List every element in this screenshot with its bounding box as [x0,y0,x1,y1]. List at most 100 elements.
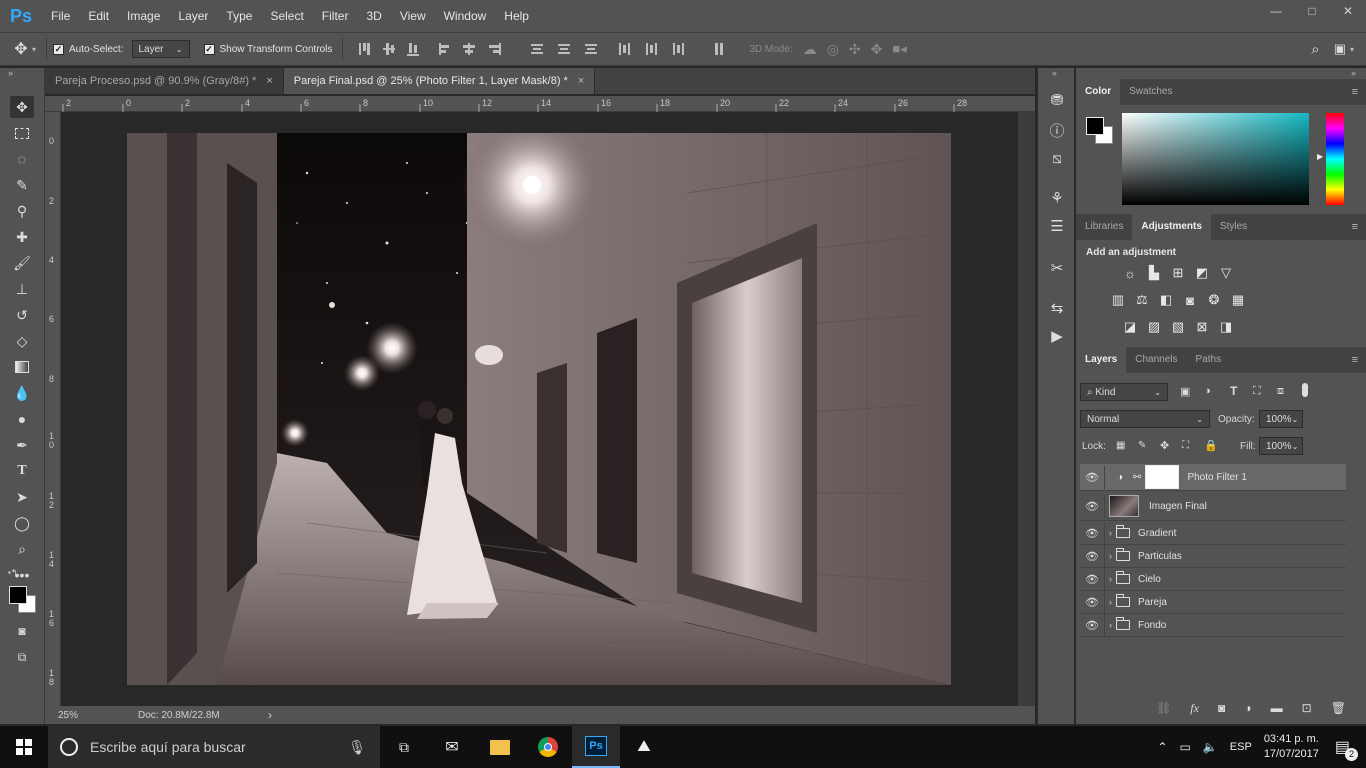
tab-styles[interactable]: Styles [1211,214,1256,240]
layer-row-photo-filter[interactable]: 👁 ◑ ⚯ Photo Filter 1 [1080,464,1346,491]
volume-icon[interactable]: 🔈 [1203,740,1218,754]
folder-icon[interactable]: ▬ [1271,701,1283,719]
photoshop-taskbar-icon[interactable]: Ps [572,726,620,768]
adjustments-dock-icon[interactable]: ⛃ [1047,90,1067,110]
hue-slider[interactable] [1326,113,1344,205]
opacity-field[interactable]: 100% ⌄ [1259,410,1303,428]
windows-start-icon[interactable] [0,726,48,768]
tab-paths[interactable]: Paths [1187,347,1231,373]
eraser-tool-icon[interactable]: ◇ [10,330,34,352]
threshold-icon[interactable]: ▧ [1170,319,1186,334]
menu-3d[interactable]: 3D [357,0,390,32]
network-icon[interactable]: ▭ [1180,740,1191,754]
default-colors-icon[interactable]: ▪↰ [8,568,18,577]
menu-edit[interactable]: Edit [79,0,118,32]
search-icon[interactable]: ⌕ [1311,41,1319,58]
properties-icon[interactable]: ☰ [1047,216,1067,236]
menu-filter[interactable]: Filter [313,0,358,32]
tab-adjustments[interactable]: Adjustments [1132,214,1211,240]
chrome-icon[interactable] [524,726,572,768]
status-menu-arrow[interactable]: › [268,708,272,722]
layer-filter-kind[interactable]: ⌕ Kind ⌄ [1080,383,1168,401]
zoom-level[interactable]: 25% [58,710,118,721]
minimize-button[interactable]: — [1258,0,1294,22]
layer-row-imagen-final[interactable]: 👁 Imagen Final [1080,492,1346,521]
3d-rotate-icon[interactable]: ☁ [803,41,817,58]
tab-channels[interactable]: Channels [1126,347,1186,373]
eye-icon[interactable]: 👁 [1080,550,1104,563]
brush-tool-icon[interactable]: 🖌 [10,252,34,274]
lock-transparent-icon[interactable]: ▦ [1116,440,1125,451]
link-icon[interactable]: ⛓ [1156,701,1171,719]
new-layer-icon[interactable]: ⊡ [1302,701,1312,719]
file-explorer-icon[interactable] [476,726,524,768]
close-icon[interactable]: × [266,75,272,87]
color-balance-icon[interactable]: ⚖ [1134,292,1150,307]
blend-mode-dropdown[interactable]: Normal ⌄ [1080,410,1210,428]
tab-pareja-final[interactable]: Pareja Final.psd @ 25% (Photo Filter 1, … [283,68,596,94]
3d-roll-icon[interactable]: ◎ [827,41,839,58]
trash-icon[interactable]: 🗑 [1331,701,1346,719]
navigator-icon[interactable]: ⧅ [1047,148,1067,168]
zoom-tool-icon[interactable]: ⌕ [10,538,34,560]
black-white-icon[interactable]: ◧ [1158,292,1174,307]
microphone-icon[interactable]: 🎙 [348,739,366,756]
lock-paint-icon[interactable]: ✎ [1138,440,1146,451]
chevron-right-icon[interactable]: › [1109,551,1112,561]
restore-button[interactable]: □ [1294,0,1330,22]
eye-icon[interactable]: 👁 [1080,619,1104,632]
chevron-right-icon[interactable]: › [1109,620,1112,630]
tool-presets-icon[interactable]: ✂ [1047,258,1067,278]
action-center-icon[interactable]: ▤ 2 [1335,737,1358,761]
auto-select-checkbox[interactable]: ✓ Auto-Select: [53,43,124,55]
dodge-tool-icon[interactable]: ● [10,408,34,430]
posterize-icon[interactable]: ▨ [1146,319,1162,334]
tray-chevron-icon[interactable]: ⌃ [1157,740,1167,754]
photo-filter-icon[interactable]: ◙ [1182,293,1198,308]
chevron-right-icon[interactable]: › [1109,597,1112,607]
close-button[interactable]: ✕ [1330,0,1366,22]
invert-icon[interactable]: ◪ [1122,319,1138,334]
adjustment-icon[interactable]: ◑ [1244,701,1251,719]
chevron-right-icon[interactable]: › [1109,528,1112,538]
tab-pareja-proceso[interactable]: Pareja Proceso.psd @ 90.9% (Gray/8#) * × [45,68,284,94]
menu-help[interactable]: Help [495,0,538,32]
ellipse-tool-icon[interactable]: ◯ [10,512,34,534]
blur-tool-icon[interactable]: 💧 [10,382,34,404]
mail-icon[interactable]: ✉ [428,726,476,768]
menu-view[interactable]: View [391,0,435,32]
quick-mask-icon[interactable]: ◙ [10,620,34,642]
marquee-tool-icon[interactable] [10,122,34,144]
stamp-tool-icon[interactable]: ⊥ [10,278,34,300]
menu-select[interactable]: Select [261,0,312,32]
photos-icon[interactable]: ⛰ [620,726,668,768]
actions-play-icon[interactable]: ▶ [1047,326,1067,346]
fill-field[interactable]: 100% ⌄ [1259,437,1303,455]
lock-position-icon[interactable]: ✥ [1160,439,1169,452]
levels-icon[interactable]: ▙ [1146,265,1162,280]
show-transform-checkbox[interactable]: ✓ Show Transform Controls [203,43,332,55]
collapse-arrows-icon[interactable]: » [1351,68,1356,78]
eye-icon[interactable]: 👁 [1080,573,1104,586]
exposure-icon[interactable]: ◩ [1194,265,1210,280]
path-select-icon[interactable]: ➤ [10,486,34,508]
channel-mixer-icon[interactable]: ❂ [1206,292,1222,307]
menu-type[interactable]: Type [217,0,261,32]
panel-menu-icon[interactable]: ≡ [1352,86,1358,98]
menu-layer[interactable]: Layer [169,0,217,32]
filter-adjustment-icon[interactable]: ◑ [1204,385,1211,397]
brush-presets-icon[interactable]: ⚘ [1047,188,1067,208]
close-icon[interactable]: × [578,75,584,87]
tab-layers[interactable]: Layers [1076,347,1127,373]
vibrance-icon[interactable]: ▽ [1218,265,1234,280]
language-indicator[interactable]: ESP [1230,741,1252,753]
align-icons[interactable] [353,39,743,59]
menu-window[interactable]: Window [435,0,496,32]
3d-camera-icon[interactable]: ■◂ [892,41,906,57]
color-lookup-icon[interactable]: ▦ [1230,292,1246,307]
gradient-tool-icon[interactable] [10,356,34,378]
history-icon[interactable]: ⇆ [1047,298,1067,318]
clock[interactable]: 03:41 p. m. 17/07/2017 [1264,732,1319,762]
screen-mode-icon[interactable]: ⧉ [10,646,34,668]
eye-icon[interactable]: 👁 [1080,527,1104,540]
